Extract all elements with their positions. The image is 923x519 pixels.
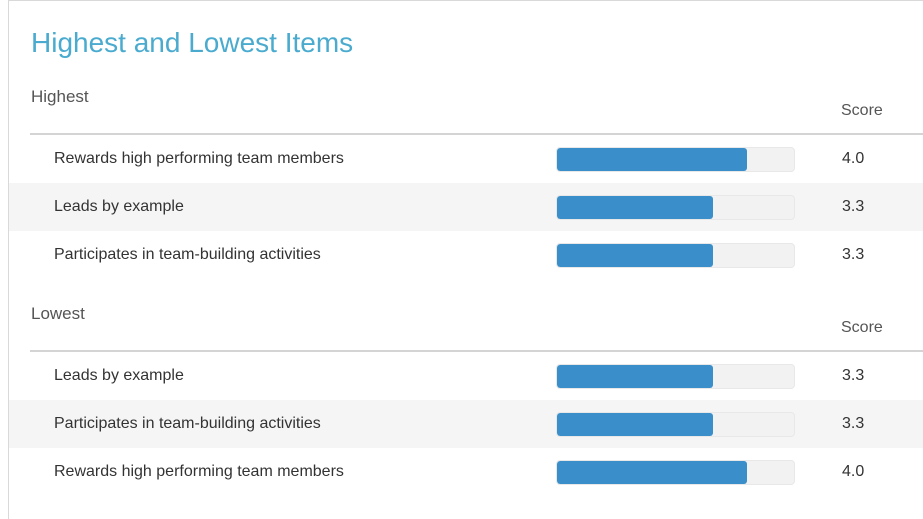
score-value: 3.3 — [842, 367, 865, 384]
score-bar-fill — [557, 244, 714, 267]
page-title: Highest and Lowest Items — [31, 27, 354, 58]
score-column-header: Score — [841, 102, 883, 119]
score-bar-fill — [557, 365, 714, 388]
score-bar-fill — [557, 413, 714, 436]
score-bar-fill — [557, 196, 714, 219]
score-bar-fill — [557, 148, 747, 171]
score-value: 4.0 — [842, 463, 865, 480]
item-label: Participates in team-building activities — [54, 415, 321, 432]
score-bar — [556, 195, 795, 220]
score-value: 3.3 — [842, 415, 865, 432]
item-label: Leads by example — [54, 198, 184, 215]
section-highest: Highest Score Rewards high performing te… — [9, 85, 923, 279]
score-bar — [556, 460, 795, 485]
item-row: Rewards high performing team members 4.0 — [9, 135, 923, 183]
item-label: Rewards high performing team members — [54, 463, 344, 480]
item-label: Rewards high performing team members — [54, 150, 344, 167]
score-bar — [556, 364, 795, 389]
score-bar — [556, 412, 795, 437]
item-label: Leads by example — [54, 367, 184, 384]
item-row: Rewards high performing team members 4.0 — [9, 448, 923, 496]
item-row: Leads by example 3.3 — [9, 183, 923, 231]
section-lowest: Lowest Score Leads by example 3.3 Partic… — [9, 302, 923, 496]
score-bar-fill — [557, 461, 747, 484]
item-label: Participates in team-building activities — [54, 246, 321, 263]
item-row: Participates in team-building activities… — [9, 400, 923, 448]
section-header: Lowest Score — [9, 302, 923, 350]
section-label: Highest — [31, 87, 89, 106]
score-column-header: Score — [841, 319, 883, 336]
score-value: 3.3 — [842, 198, 865, 215]
section-label: Lowest — [31, 304, 85, 323]
score-value: 3.3 — [842, 246, 865, 263]
score-value: 4.0 — [842, 150, 865, 167]
item-row: Leads by example 3.3 — [9, 352, 923, 400]
item-row: Participates in team-building activities… — [9, 231, 923, 279]
score-bar — [556, 147, 795, 172]
score-bar — [556, 243, 795, 268]
items-card: Highest and Lowest Items Highest Score R… — [8, 0, 923, 519]
section-header: Highest Score — [9, 85, 923, 133]
